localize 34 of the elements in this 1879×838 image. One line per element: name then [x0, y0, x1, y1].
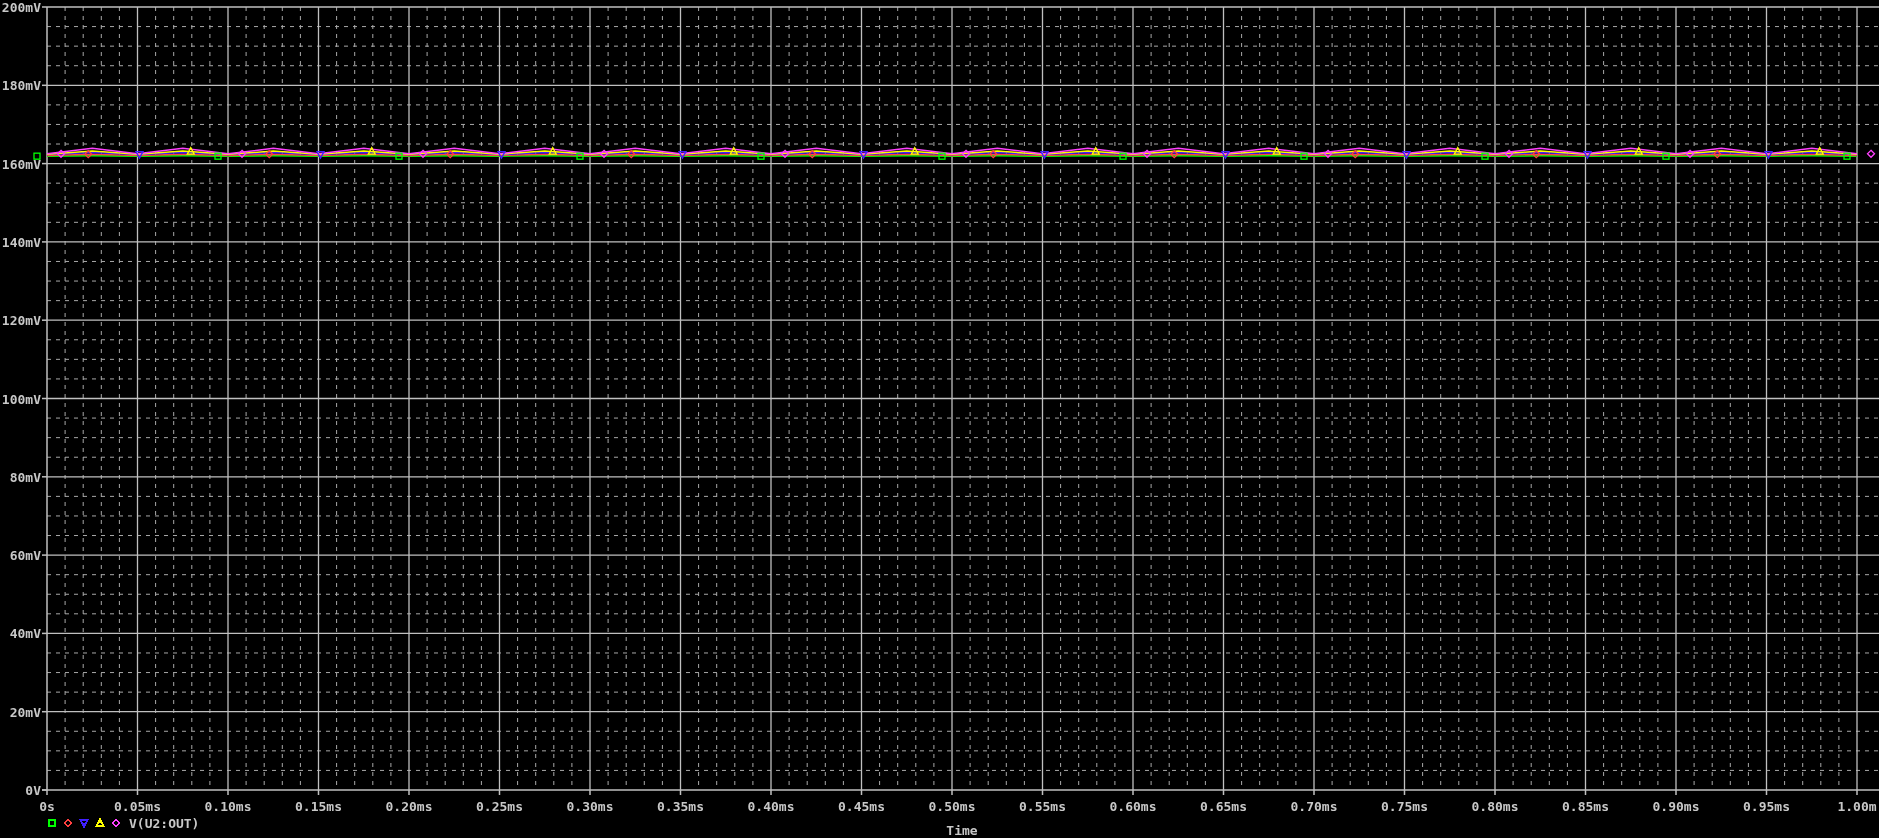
axis-tick-label: 120mV [1, 313, 41, 329]
legend-label: V(U2:OUT) [129, 816, 200, 831]
axis-tick-label: 0.30ms [566, 799, 614, 814]
axis-tick-label: 1.00m [1837, 799, 1877, 814]
axis-tick-label: 200mV [1, 0, 41, 15]
axis-tick-label: 0.35ms [657, 799, 704, 814]
axis-tick-label: 40mV [9, 626, 41, 642]
axis-tick-label: 0s [39, 799, 55, 814]
axis-tick-label: 140mV [1, 234, 41, 250]
axis-tick-label: 0.15ms [295, 799, 342, 814]
x-axis-title: Time [946, 823, 978, 838]
axis-tick-label: 0.20ms [385, 799, 433, 814]
axis-tick-label: 0.75ms [1381, 799, 1428, 814]
axis-tick-label: 0.25ms [476, 799, 523, 814]
axis-tick-label: 0.55ms [1019, 799, 1066, 814]
axis-tick-label: 0.65ms [1200, 799, 1247, 814]
axis-tick-label: 80mV [9, 469, 41, 485]
axis-tick-label: 160mV [1, 156, 41, 172]
axis-tick-label: 0.40ms [747, 799, 795, 814]
axis-tick-label: 0.95ms [1743, 799, 1790, 814]
axis-tick-label: 0.50ms [928, 799, 976, 814]
axis-tick-label: 20mV [9, 704, 41, 720]
axis-tick-label: 0.80ms [1471, 799, 1519, 814]
axis-tick-label: 60mV [9, 548, 41, 564]
axis-tick-label: 0.60ms [1109, 799, 1157, 814]
axis-tick-label: 0.90ms [1652, 799, 1700, 814]
axis-tick-label: 0V [25, 783, 41, 798]
axis-tick-label: 0.85ms [1562, 799, 1609, 814]
axis-tick-label: 0.70ms [1290, 799, 1338, 814]
axis-tick-label: 0.45ms [838, 799, 885, 814]
axis-tick-label: 0.05ms [114, 799, 161, 814]
axis-tick-label: 180mV [1, 78, 41, 94]
axis-tick-label: 100mV [1, 391, 41, 407]
axis-tick-label: 0.10ms [204, 799, 252, 814]
